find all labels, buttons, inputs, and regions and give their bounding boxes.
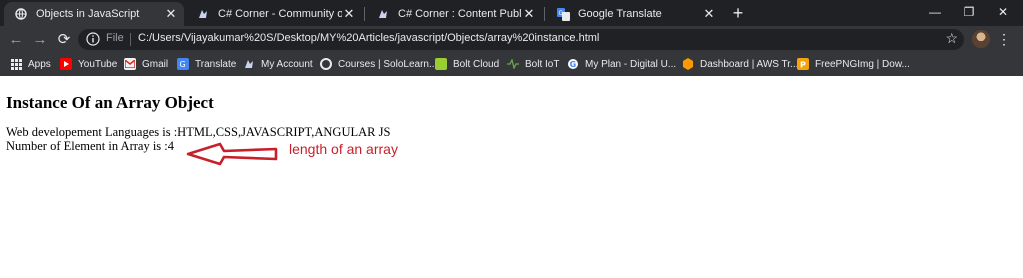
csharp-corner-icon xyxy=(196,7,210,21)
globe-icon xyxy=(14,7,28,21)
scheme-label: File xyxy=(106,32,124,44)
bookmark-my-plan[interactable]: G My Plan - Digital U... xyxy=(567,56,676,72)
tab-separator xyxy=(544,7,545,21)
annotation-arrow-icon xyxy=(186,142,278,166)
bolt-iot-icon xyxy=(507,58,519,70)
restore-button[interactable]: ❐ xyxy=(952,2,986,22)
tab-separator xyxy=(364,7,365,21)
page-content: Instance Of an Array Object Web develope… xyxy=(0,76,1023,278)
bookmark-my-account[interactable]: My Account xyxy=(243,56,313,72)
youtube-icon xyxy=(60,58,72,70)
info-icon[interactable] xyxy=(86,32,100,46)
address-bar[interactable]: File C:/Users/Vijayakumar%20S/Desktop/MY… xyxy=(78,29,964,50)
bookmark-label: Apps xyxy=(28,58,51,70)
annotation-label: length of an array xyxy=(289,141,398,157)
reload-button[interactable]: ⟳ xyxy=(54,29,74,49)
browser-chrome: Objects in JavaScript ✕ C# Corner - Comm… xyxy=(0,0,1023,76)
close-window-button[interactable]: ✕ xyxy=(986,2,1020,22)
tab-title: Google Translate xyxy=(578,8,662,20)
tab-objects-in-javascript[interactable]: Objects in JavaScript ✕ xyxy=(4,2,184,26)
tab-close-icon[interactable]: ✕ xyxy=(702,6,716,21)
bookmark-bolt-iot[interactable]: Bolt IoT xyxy=(507,56,559,72)
google-translate-icon: G xyxy=(556,7,570,21)
bookmark-youtube[interactable]: YouTube xyxy=(60,56,117,72)
bookmark-label: Translate xyxy=(195,58,237,70)
bookmark-apps[interactable]: Apps xyxy=(10,56,51,72)
tab-google-translate[interactable]: G Google Translate ✕ xyxy=(546,2,722,26)
sololearn-icon xyxy=(320,58,332,70)
gmail-icon xyxy=(124,58,136,70)
bookmark-bolt-cloud[interactable]: Bolt Cloud xyxy=(435,56,499,72)
bookmark-label: YouTube xyxy=(78,58,118,70)
browser-toolbar: ← → ⟳ File C:/Users/Vijayakumar%20S/Desk… xyxy=(0,26,1023,52)
svg-text:G: G xyxy=(180,60,186,69)
bookmark-aws-dashboard[interactable]: Dashboard | AWS Tr... xyxy=(682,56,798,72)
csharp-corner-icon xyxy=(376,7,390,21)
svg-text:P: P xyxy=(800,61,806,70)
tab-close-icon[interactable]: ✕ xyxy=(164,6,178,21)
bookmark-label: FreePNGImg | Dow... xyxy=(815,58,910,70)
bookmark-label: Gmail xyxy=(142,58,169,70)
svg-text:G: G xyxy=(570,60,577,69)
bookmark-freepngimg[interactable]: P FreePNGImg | Dow... xyxy=(797,56,910,72)
tab-close-icon[interactable]: ✕ xyxy=(342,6,356,21)
bookmark-label: Bolt IoT xyxy=(525,58,560,70)
svg-text:G: G xyxy=(558,10,563,17)
bookmark-translate[interactable]: G Translate xyxy=(177,56,236,72)
c-sharp-corner-icon xyxy=(243,58,255,70)
address-divider xyxy=(130,33,131,46)
bookmark-label: My Account xyxy=(261,58,313,70)
bookmark-label: My Plan - Digital U... xyxy=(585,58,677,70)
bolt-cloud-icon xyxy=(435,58,447,70)
minimize-button[interactable]: — xyxy=(918,2,952,22)
new-tab-button[interactable]: + xyxy=(728,3,748,23)
google-icon: G xyxy=(567,58,579,70)
bookmark-label: Bolt Cloud xyxy=(453,58,500,70)
tab-close-icon[interactable]: ✕ xyxy=(522,6,536,21)
aws-icon xyxy=(682,58,694,70)
google-translate-icon: G xyxy=(177,58,189,70)
avatar[interactable] xyxy=(972,30,990,48)
forward-button[interactable]: → xyxy=(30,29,50,49)
languages-line: Web developement Languages is :HTML,CSS,… xyxy=(6,125,391,139)
bookmarks-bar: Apps YouTube Gmail G Translate My Accoun… xyxy=(0,52,1023,76)
freepngimg-icon: P xyxy=(797,58,809,70)
bookmark-gmail[interactable]: Gmail xyxy=(124,56,168,72)
tab-csharp-corner-community[interactable]: C# Corner - Community of Softw ✕ xyxy=(186,2,362,26)
bookmark-label: Dashboard | AWS Tr... xyxy=(700,58,799,70)
apps-grid-icon xyxy=(10,58,22,70)
page-heading: Instance Of an Array Object xyxy=(6,93,214,112)
array-count-line: Number of Element in Array is :4 xyxy=(6,139,175,153)
bookmark-star-icon[interactable]: ☆ xyxy=(945,30,958,47)
tab-title: C# Corner - Community of Softw xyxy=(218,8,342,20)
tab-csharp-corner-content-publisher[interactable]: C# Corner : Content Publisher ✕ xyxy=(366,2,542,26)
back-button[interactable]: ← xyxy=(6,29,26,49)
tab-strip: Objects in JavaScript ✕ C# Corner - Comm… xyxy=(0,0,1023,26)
browser-menu-icon[interactable]: ⋮ xyxy=(997,30,1011,48)
url-text[interactable]: C:/Users/Vijayakumar%20S/Desktop/MY%20Ar… xyxy=(138,32,599,44)
bookmark-sololearn[interactable]: Courses | SoloLearn... xyxy=(320,56,437,72)
tab-title: Objects in JavaScript xyxy=(36,8,140,20)
tab-title: C# Corner : Content Publisher xyxy=(398,8,522,20)
bookmark-label: Courses | SoloLearn... xyxy=(338,58,438,70)
